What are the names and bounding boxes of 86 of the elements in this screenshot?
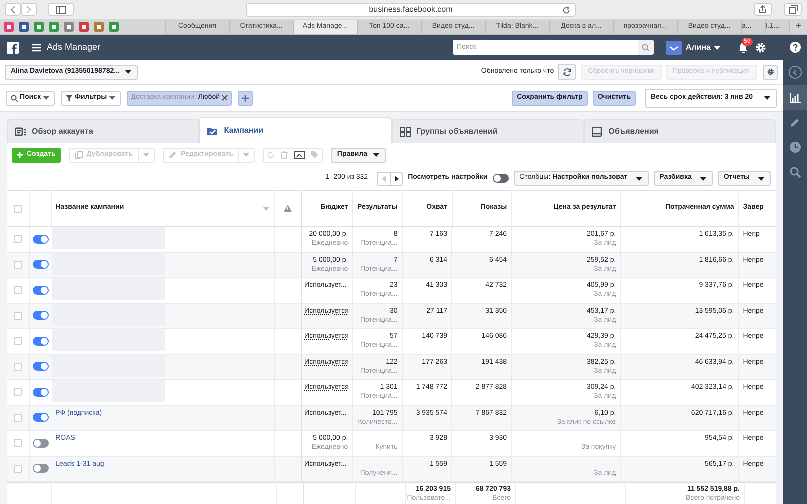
collapse-icon[interactable] xyxy=(788,66,802,79)
caret-icon xyxy=(636,176,643,180)
preview-icon[interactable] xyxy=(294,150,306,160)
left-arrow-icon xyxy=(382,176,386,182)
chevron-right-icon xyxy=(26,6,32,14)
facebook-logo-icon[interactable] xyxy=(7,42,19,54)
bar-chart-icon xyxy=(790,92,800,102)
caret-icon xyxy=(143,153,150,157)
plus-icon xyxy=(17,152,23,158)
status-toggle[interactable] xyxy=(32,260,49,270)
row-checkbox[interactable] xyxy=(14,337,22,346)
help-icon[interactable] xyxy=(790,42,801,53)
caret-icon xyxy=(758,176,765,180)
row-checkbox[interactable] xyxy=(14,286,22,294)
add-filter-button[interactable] xyxy=(238,90,254,106)
chevron-left-icon xyxy=(10,6,16,14)
status-toggle[interactable] xyxy=(32,464,49,474)
business-avatar-icon[interactable] xyxy=(666,40,682,54)
overview-icon xyxy=(15,126,27,136)
caret-icon xyxy=(372,153,380,157)
pencil-icon[interactable] xyxy=(790,118,800,128)
tabs-overview-button[interactable] xyxy=(784,3,802,16)
settings-button[interactable] xyxy=(763,64,778,80)
status-toggle[interactable] xyxy=(32,336,49,346)
view-tab[interactable]: Группы объявлений xyxy=(392,119,584,143)
select-all-checkbox[interactable] xyxy=(14,204,22,212)
caret-icon xyxy=(124,70,132,74)
close-icon[interactable] xyxy=(222,95,228,101)
caret-icon xyxy=(43,96,50,100)
search-icon[interactable] xyxy=(790,167,800,178)
view-settings-toggle[interactable] xyxy=(492,174,509,183)
copy-icon xyxy=(74,151,83,159)
menu-icon[interactable] xyxy=(32,44,41,52)
status-toggle[interactable] xyxy=(32,438,49,448)
status-toggle[interactable] xyxy=(32,362,49,372)
row-checkbox[interactable] xyxy=(14,439,22,448)
status-toggle[interactable] xyxy=(32,234,49,244)
charts-tab[interactable] xyxy=(783,85,807,110)
caret-icon xyxy=(764,96,771,100)
settings-icon xyxy=(766,68,774,76)
search-icon xyxy=(642,44,650,52)
caret-icon xyxy=(700,176,707,180)
row-checkbox[interactable] xyxy=(14,312,22,320)
settings-icon[interactable] xyxy=(755,42,767,54)
status-toggle[interactable] xyxy=(32,388,49,397)
user-menu[interactable]: Алина xyxy=(686,42,721,54)
row-checkbox[interactable] xyxy=(14,260,22,269)
warning-icon xyxy=(284,205,292,212)
status-toggle[interactable] xyxy=(32,311,49,320)
caret-icon xyxy=(109,96,116,100)
right-arrow-icon xyxy=(394,176,399,182)
new-tab-button[interactable]: + xyxy=(789,20,807,34)
caret-icon xyxy=(243,153,250,157)
view-tab[interactable]: Кампании xyxy=(199,117,392,143)
view-tab[interactable]: Объявления xyxy=(584,119,776,143)
status-toggle[interactable] xyxy=(32,413,49,422)
row-checkbox[interactable] xyxy=(14,414,22,422)
display-icon xyxy=(592,126,604,136)
back-button[interactable] xyxy=(5,3,21,16)
sidebar-button[interactable] xyxy=(48,3,74,16)
row-checkbox[interactable] xyxy=(14,235,22,244)
share-button[interactable] xyxy=(754,3,772,16)
search-button[interactable] xyxy=(638,40,654,55)
pencil-icon xyxy=(169,151,178,159)
caret-icon xyxy=(262,206,270,210)
clock-icon[interactable] xyxy=(790,142,800,153)
view-tab[interactable]: Обзор аккаунта xyxy=(7,119,200,143)
tabs-icon xyxy=(788,5,798,14)
funnel-icon xyxy=(66,94,74,102)
row-checkbox[interactable] xyxy=(14,464,22,473)
app-title: Ads Manager xyxy=(47,40,101,54)
row-checkbox[interactable] xyxy=(14,362,22,371)
address-bar[interactable]: business.facebook.com xyxy=(246,2,576,16)
reload-icon[interactable] xyxy=(562,6,571,14)
grid-icon xyxy=(400,126,412,136)
caret-icon xyxy=(714,46,721,50)
refresh-icon xyxy=(562,68,572,76)
share-icon xyxy=(759,5,767,14)
url-text: business.facebook.com xyxy=(369,4,453,16)
plus-icon xyxy=(242,94,250,102)
search-icon xyxy=(11,94,18,102)
sidebar-icon xyxy=(56,6,66,14)
folder-check-icon xyxy=(207,126,220,136)
refresh-button[interactable] xyxy=(558,64,576,80)
row-checkbox[interactable] xyxy=(14,388,22,396)
status-toggle[interactable] xyxy=(32,286,49,295)
